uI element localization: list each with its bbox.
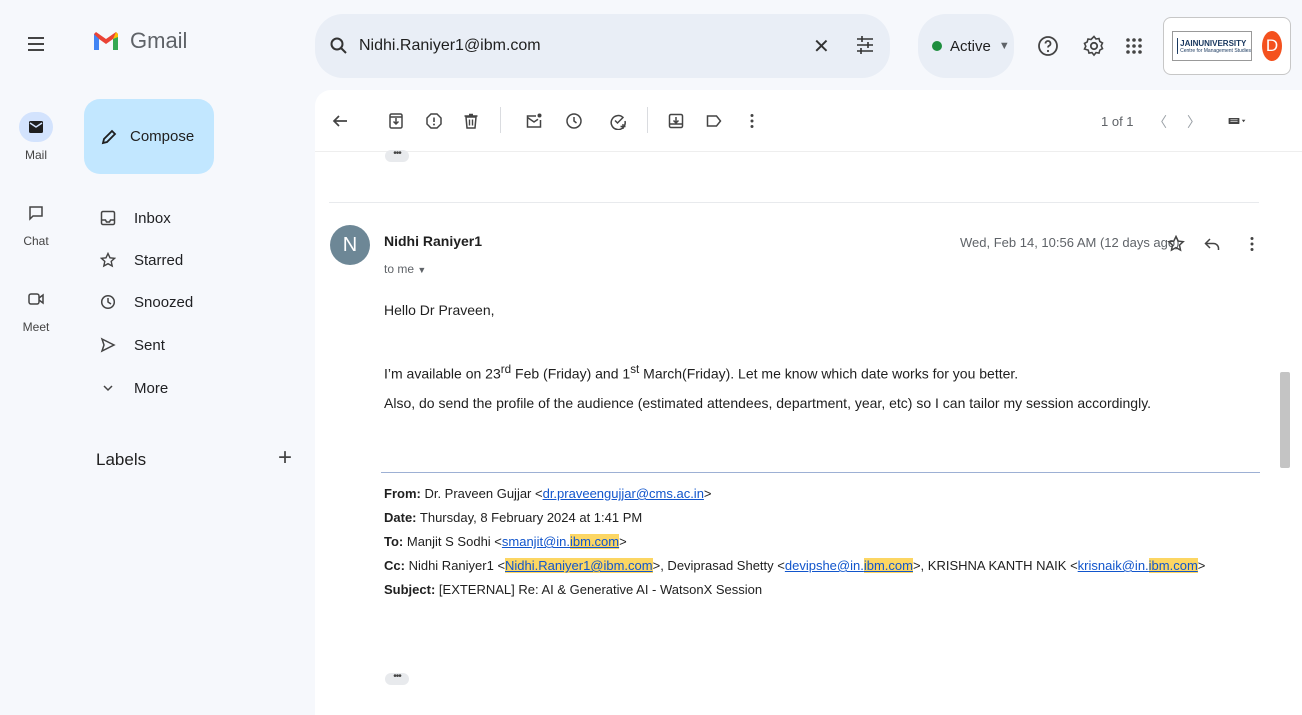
prev-page-icon[interactable]: 〈 [1153, 112, 1167, 132]
avatar[interactable]: D [1262, 31, 1282, 61]
input-tools-icon[interactable] [1221, 110, 1253, 132]
labels-heading: Labels [96, 450, 147, 469]
star-icon [100, 252, 116, 268]
quoted-cc: Cc: Nidhi Raniyer1 <Nidhi.Raniyer1@ibm.c… [384, 558, 1206, 573]
apps-grid-icon[interactable] [1122, 34, 1146, 58]
nav-item-more[interactable]: More [100, 376, 300, 400]
search-icon[interactable] [329, 36, 349, 56]
quoted-header-separator [381, 472, 1260, 473]
org-logo: JAINUNIVERSITY Centre for Management Stud… [1172, 31, 1252, 61]
nav-label-more: More [134, 379, 169, 397]
quoted-from: From: Dr. Praveen Gujjar <dr.praveengujj… [384, 486, 712, 501]
add-task-icon[interactable] [607, 110, 629, 132]
recipient-label: to me [384, 262, 415, 276]
compose-label: Compose [130, 128, 195, 145]
rail-item-meet[interactable]: Meet [0, 284, 72, 334]
chevron-down-icon: ▼ [998, 40, 1010, 52]
nav-label-starred: Starred [134, 251, 184, 269]
toolbar-divider [500, 107, 501, 133]
search-input[interactable]: Nidhi.Raniyer1@ibm.com [359, 37, 541, 55]
toolbar-divider [647, 107, 648, 133]
email-link[interactable]: devipshe@in.ibm.com [785, 558, 913, 573]
snooze-icon[interactable] [563, 110, 585, 132]
pencil-icon [101, 129, 117, 144]
sender-name[interactable]: Nidhi Raniyer1 [384, 233, 482, 249]
nav-label-snoozed: Snoozed [134, 293, 194, 311]
rail-label-meet: Meet [22, 320, 50, 334]
compose-button[interactable]: Compose [84, 99, 214, 174]
org-name: JAINUNIVERSITY [1180, 38, 1247, 48]
app-rail: Mail Chat Meet [0, 0, 72, 715]
nav-item-inbox[interactable]: Inbox [100, 206, 300, 230]
rail-item-mail[interactable]: Mail [0, 112, 72, 162]
search-bar[interactable]: Nidhi.Raniyer1@ibm.com ✕ [315, 14, 890, 78]
gmail-logo[interactable]: Gmail [92, 28, 187, 54]
next-page-icon[interactable]: 〉 [1187, 112, 1201, 132]
quoted-date: Date: Thursday, 8 February 2024 at 1:41 … [384, 510, 643, 525]
message-divider [329, 202, 1259, 203]
email-link[interactable]: dr.praveengujjar@cms.ac.in [543, 486, 704, 501]
report-spam-icon[interactable] [423, 110, 445, 132]
message-toolbar: 1 of 1 〈 〉 [315, 90, 1302, 152]
app-name: Gmail [130, 28, 188, 53]
status-selector[interactable]: Active ▼ [918, 14, 1014, 78]
email-link[interactable]: krisnaik@in.ibm.com [1078, 558, 1198, 573]
org-subtitle: Centre for Management Studies [1180, 47, 1251, 54]
message-panel: 1 of 1 〈 〉 ••• N Nidhi Raniyer1 to me ▼ … [315, 90, 1302, 715]
message-date: Wed, Feb 14, 10:56 AM (12 days ago) [960, 235, 1180, 250]
move-to-icon[interactable] [665, 110, 687, 132]
sender-avatar[interactable]: N [330, 225, 370, 265]
account-switcher[interactable]: JAINUNIVERSITY Centre for Management Stud… [1163, 17, 1291, 75]
show-trimmed-content-button[interactable]: ••• [385, 149, 409, 162]
show-trimmed-content-button[interactable]: ••• [385, 672, 409, 685]
rail-label-mail: Mail [24, 148, 47, 162]
chevron-down-icon: ▼ [417, 265, 427, 275]
message-line-1: I’m available on 23rd Feb (Friday) and 1… [384, 363, 1019, 382]
rail-label-chat: Chat [23, 234, 49, 248]
inbox-icon [100, 210, 116, 226]
delete-icon[interactable] [460, 110, 482, 132]
label-icon[interactable] [703, 110, 725, 132]
add-label-button[interactable]: + [278, 446, 292, 470]
send-icon [100, 337, 116, 353]
pagination-label: 1 of 1 [1101, 114, 1134, 129]
chevron-down-icon [103, 385, 113, 392]
scrollbar-thumb[interactable] [1280, 372, 1290, 468]
recipient-details[interactable]: to me ▼ [384, 262, 426, 276]
reply-icon[interactable] [1203, 235, 1221, 253]
rail-item-chat[interactable]: Chat [0, 198, 72, 248]
message-line-2: Also, do send the profile of the audienc… [384, 395, 1152, 411]
settings-gear-icon[interactable] [1082, 34, 1106, 58]
quoted-subject: Subject: [EXTERNAL] Re: AI & Generative … [384, 582, 763, 597]
nav-item-sent[interactable]: Sent [100, 333, 300, 357]
gmail-m-icon [94, 32, 118, 50]
more-options-icon[interactable] [741, 110, 763, 132]
message-more-icon[interactable] [1243, 235, 1261, 253]
video-icon [19, 284, 53, 314]
mail-icon [19, 112, 53, 142]
main-menu-icon[interactable] [24, 32, 48, 56]
status-label: Active [950, 37, 991, 55]
message-greeting: Hello Dr Praveen, [384, 302, 495, 318]
back-arrow-icon[interactable] [329, 110, 351, 132]
star-icon[interactable] [1167, 235, 1185, 253]
quoted-to: To: Manjit S Sodhi <smanjit@in.ibm.com> [384, 534, 627, 549]
chat-icon [19, 198, 53, 228]
email-link[interactable]: Nidhi.Raniyer1@ibm.com [505, 558, 653, 573]
nav-label-inbox: Inbox [134, 209, 171, 227]
help-icon[interactable] [1036, 34, 1060, 58]
nav-label-sent: Sent [134, 336, 165, 354]
status-dot [932, 41, 942, 51]
clock-icon [100, 294, 116, 310]
email-link[interactable]: smanjit@in.ibm.com [502, 534, 620, 549]
archive-icon[interactable] [385, 110, 407, 132]
mark-unread-icon[interactable] [523, 110, 545, 132]
nav-item-starred[interactable]: Starred [100, 248, 300, 272]
nav-item-snoozed[interactable]: Snoozed [100, 290, 300, 314]
clear-search-icon[interactable]: ✕ [813, 34, 830, 59]
search-options-icon[interactable] [855, 34, 875, 56]
